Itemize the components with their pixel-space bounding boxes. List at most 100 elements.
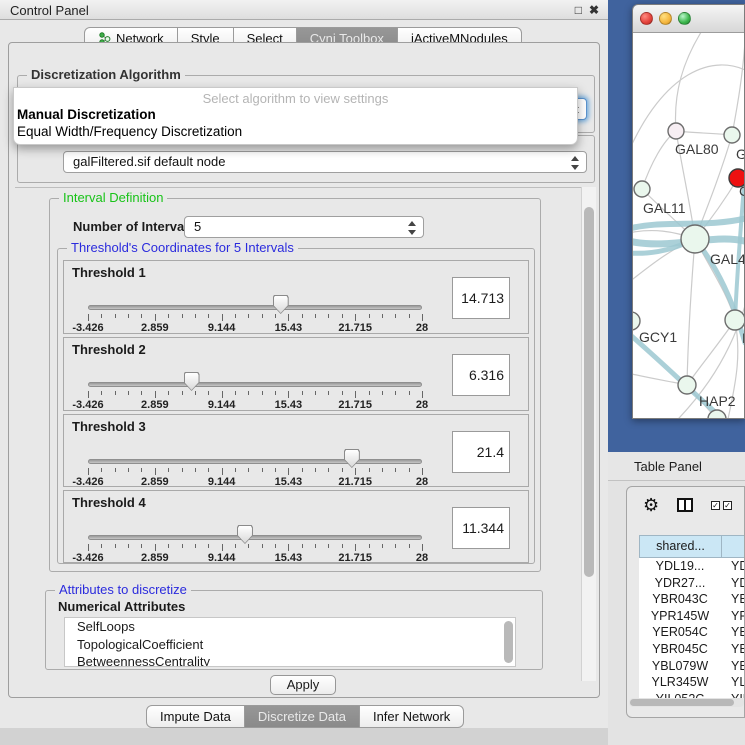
number-of-intervals-combobox[interactable]: 5	[184, 216, 424, 238]
slider-ticks	[88, 544, 422, 552]
node-gal11[interactable]	[634, 181, 650, 197]
apply-button[interactable]: Apply	[270, 675, 336, 695]
tick-label: 2.859	[141, 399, 169, 411]
scrollbar-thumb[interactable]	[630, 699, 734, 706]
threshold-2-slider-thumb[interactable]	[184, 372, 200, 391]
threshold-2-slider[interactable]	[88, 382, 422, 387]
threshold-4-label: Threshold 4	[72, 495, 146, 510]
node-table: shared... n YDL19...YDL1 YDR27...YDR2 YB…	[639, 535, 745, 698]
tick-label: -3.426	[72, 476, 103, 488]
threshold-3-slider[interactable]	[88, 459, 422, 464]
node-gcy1[interactable]	[633, 312, 640, 330]
table-row[interactable]: YLR345WYLR3	[639, 674, 745, 691]
control-panel-titlebar: Control Panel □ ✖	[0, 0, 608, 20]
float-icon[interactable]: □	[575, 3, 582, 17]
threshold-panel-4: Threshold 4 -3.4262.8599.14415.4321.7152…	[63, 490, 529, 563]
column-header-shared[interactable]: shared...	[639, 535, 721, 558]
node-gal80[interactable]	[668, 123, 684, 139]
table-row[interactable]: YDR27...YDR2	[639, 575, 745, 592]
threshold-panel-2: Threshold 2 -3.4262.8599.14415.4321.7152…	[63, 337, 529, 411]
zoom-traffic-light-icon[interactable]	[678, 12, 691, 25]
tick-label: -3.426	[72, 322, 103, 334]
node-label-g-partial: G.	[736, 146, 745, 162]
number-of-intervals-value: 5	[194, 219, 201, 234]
threshold-4-slider-thumb[interactable]	[237, 525, 253, 544]
threshold-1-slider-thumb[interactable]	[273, 295, 289, 314]
table-row[interactable]: YIL052CYIL0	[639, 691, 745, 698]
tick-label: 9.144	[208, 552, 236, 564]
network-window: GAL80 G. GAL11 C GAL4 GCY1 H HAP2	[632, 4, 745, 419]
tab-impute-data[interactable]: Impute Data	[146, 705, 245, 728]
tick-label: 28	[416, 399, 428, 411]
tab-discretize-data[interactable]: Discretize Data	[245, 705, 360, 728]
table-row[interactable]: YBR045CYBR0	[639, 641, 745, 658]
threshold-panel-1: Threshold 1 -3.4262.8599.14415.4321.7152…	[63, 260, 529, 334]
cyni-toolbox-panel: Discretization Algorithm Select algorith…	[8, 42, 600, 698]
thresholds-group-title: Threshold's Coordinates for 5 Intervals	[67, 240, 298, 255]
threshold-2-value-field[interactable]: 6.316	[452, 354, 510, 396]
node-gal4[interactable]	[681, 225, 709, 253]
network-canvas[interactable]: GAL80 G. GAL11 C GAL4 GCY1 H HAP2	[633, 33, 744, 419]
tick-label: 9.144	[208, 476, 236, 488]
slider-ticks	[88, 468, 422, 476]
gear-icon[interactable]: ⚙	[643, 495, 659, 516]
table-panel-window: ⚙ ✓ ✓ shared... n YDL19...YDL1 YDR27...Y…	[626, 486, 745, 718]
tab-infer-network[interactable]: Infer Network	[360, 705, 464, 728]
list-item[interactable]: SelfLoops	[65, 618, 515, 636]
table-horizontal-scrollbar[interactable]	[629, 698, 744, 707]
checkbox-icon[interactable]: ✓	[711, 501, 720, 510]
dropdown-placeholder-option[interactable]: Select algorithm to view settings	[14, 88, 577, 106]
node-hap2[interactable]	[678, 376, 696, 394]
tick-label: 21.715	[338, 399, 372, 411]
list-item[interactable]: TopologicalCoefficient	[65, 636, 515, 654]
threshold-2-label: Threshold 2	[72, 342, 146, 357]
column-split-icon[interactable]	[677, 498, 693, 512]
table-row[interactable]: YER054CYER0	[639, 624, 745, 641]
list-scrollbar[interactable]	[504, 621, 513, 663]
minimize-traffic-light-icon[interactable]	[659, 12, 672, 25]
table-row[interactable]: YPR145WYPR1	[639, 608, 745, 625]
combo-arrows-icon	[408, 219, 417, 237]
attributes-group-title: Attributes to discretize	[55, 582, 191, 597]
dropdown-option-manual[interactable]: Manual Discretization	[14, 106, 577, 123]
threshold-3-value-field[interactable]: 21.4	[452, 431, 510, 473]
close-icon[interactable]: ✖	[589, 3, 599, 17]
tick-label: 28	[416, 476, 428, 488]
dropdown-option-equal-width[interactable]: Equal Width/Frequency Discretization	[14, 123, 577, 140]
main-scrollbar[interactable]	[581, 187, 596, 681]
table-panel-title: Table Panel	[634, 459, 702, 474]
column-header-name[interactable]: n	[721, 535, 745, 558]
threshold-1-value-field[interactable]: 14.713	[452, 277, 510, 319]
table-row[interactable]: YBL079WYBL0	[639, 658, 745, 675]
tick-label: -3.426	[72, 552, 103, 564]
tick-label: -3.426	[72, 399, 103, 411]
slider-tick-labels: -3.4262.8599.14415.4321.71528	[88, 399, 422, 411]
checkbox-icon[interactable]: ✓	[723, 501, 732, 510]
list-item[interactable]: BetweennessCentrality	[65, 653, 515, 667]
threshold-4-slider[interactable]	[88, 535, 422, 540]
tick-label: 15.43	[275, 552, 303, 564]
threshold-1-slider[interactable]	[88, 305, 422, 310]
algorithm-dropdown-popup: Select algorithm to view settings Manual…	[13, 87, 578, 145]
tick-label: 9.144	[208, 399, 236, 411]
threshold-3-slider-thumb[interactable]	[344, 449, 360, 468]
node-label-gal11: GAL11	[643, 200, 686, 216]
table-panel-area: Table Panel ⚙ ✓ ✓ shared... n YDL19...YD…	[608, 452, 745, 745]
node-label-gal80: GAL80	[675, 141, 719, 157]
combo-arrows-icon	[571, 154, 580, 172]
network-graph: GAL80 G. GAL11 C GAL4 GCY1 H HAP2	[633, 33, 745, 419]
threshold-4-value-field[interactable]: 11.344	[452, 507, 510, 549]
table-data-combobox[interactable]: galFiltered.sif default node	[63, 151, 587, 173]
numerical-attributes-list[interactable]: SelfLoops TopologicalCoefficient Between…	[64, 617, 516, 667]
tick-label: 21.715	[338, 322, 372, 334]
node-top-right[interactable]	[724, 127, 740, 143]
number-of-intervals-label: Number of Intervals	[73, 219, 195, 234]
tick-label: 15.43	[275, 322, 303, 334]
node-right[interactable]	[725, 310, 745, 330]
settings-viewport: Interval Definition Number of Intervals …	[15, 187, 581, 681]
close-traffic-light-icon[interactable]	[640, 12, 653, 25]
table-row[interactable]: YBR043CYBR0	[639, 591, 745, 608]
tick-label: 2.859	[141, 552, 169, 564]
table-row[interactable]: YDL19...YDL1	[639, 558, 745, 575]
main-scrollbar-thumb[interactable]	[584, 207, 594, 577]
